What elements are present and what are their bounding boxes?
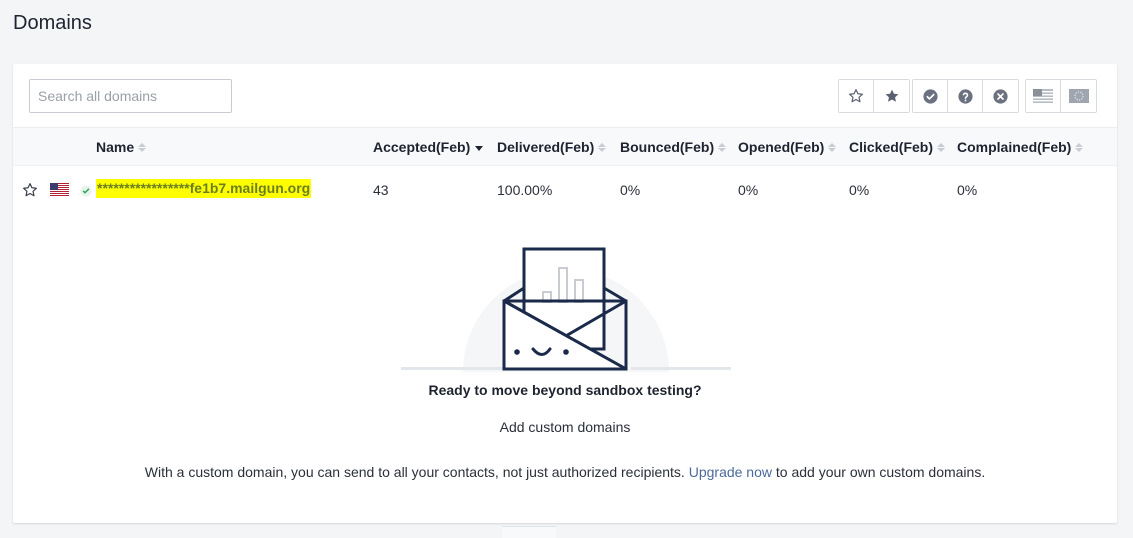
envelope-illustration <box>401 247 731 372</box>
us-flag-icon <box>50 183 69 196</box>
sort-icon <box>718 142 727 152</box>
x-circle-icon <box>993 88 1008 104</box>
column-header-complained[interactable]: Complained(Feb) <box>957 139 1084 155</box>
star-outline-icon[interactable] <box>22 182 38 198</box>
clicked-cell: 0% <box>849 182 870 198</box>
filter-disabled-button[interactable] <box>983 80 1018 112</box>
filter-eu-region-button[interactable] <box>1061 80 1096 112</box>
filter-verified-button[interactable] <box>913 80 948 112</box>
column-header-bounced[interactable]: Bounced(Feb) <box>620 139 727 155</box>
us-flag-icon <box>1033 89 1053 103</box>
table-header: Name Accepted(Feb) Delivered(Feb) Bounce… <box>13 128 1117 166</box>
sort-icon <box>1075 142 1084 152</box>
page-title: Domains <box>13 12 92 34</box>
column-header-delivered[interactable]: Delivered(Feb) <box>497 139 607 155</box>
filter-unverified-button[interactable] <box>948 80 983 112</box>
sort-desc-icon <box>475 146 484 151</box>
column-header-name[interactable]: Name <box>96 139 147 155</box>
accepted-cell: 43 <box>373 182 389 198</box>
opened-cell: 0% <box>738 182 759 198</box>
eu-flag-icon <box>1068 89 1089 103</box>
add-custom-domains-link: Add custom domains <box>13 419 1117 435</box>
bottom-tab <box>502 526 556 538</box>
toolbar <box>13 64 1117 128</box>
add-custom-domains-button[interactable]: Add custom domains <box>500 419 631 435</box>
verified-check-icon <box>80 185 92 197</box>
domain-name-link[interactable]: *****************fe1b7.mailgun.org <box>96 179 312 198</box>
star-filled-icon <box>885 89 898 102</box>
domains-card: Name Accepted(Feb) Delivered(Feb) Bounce… <box>13 64 1117 523</box>
filter-us-region-button[interactable] <box>1026 80 1061 112</box>
column-header-opened[interactable]: Opened(Feb) <box>738 139 837 155</box>
region-filter-group <box>1025 79 1097 113</box>
favorites-filter-group <box>838 79 910 113</box>
sort-icon <box>598 142 607 152</box>
filter-starred-button[interactable] <box>874 80 909 112</box>
column-header-accepted[interactable]: Accepted(Feb) <box>373 139 484 155</box>
question-circle-icon <box>957 88 973 104</box>
sort-icon <box>828 142 837 152</box>
empty-state-description: With a custom domain, you can send to al… <box>144 464 986 480</box>
column-header-clicked[interactable]: Clicked(Feb) <box>849 139 946 155</box>
upgrade-now-link[interactable]: Upgrade now <box>689 464 772 480</box>
status-filter-group <box>912 79 1019 113</box>
star-outline-icon <box>849 89 863 103</box>
filter-not-starred-button[interactable] <box>839 80 874 112</box>
complained-cell: 0% <box>957 182 978 198</box>
sort-icon <box>937 142 946 152</box>
search-input[interactable] <box>29 79 232 113</box>
bounced-cell: 0% <box>620 182 641 198</box>
check-circle-icon <box>922 88 938 104</box>
sort-icon <box>138 142 147 152</box>
delivered-cell: 100.00% <box>497 182 553 198</box>
empty-state-title: Ready to move beyond sandbox testing? <box>428 382 702 398</box>
